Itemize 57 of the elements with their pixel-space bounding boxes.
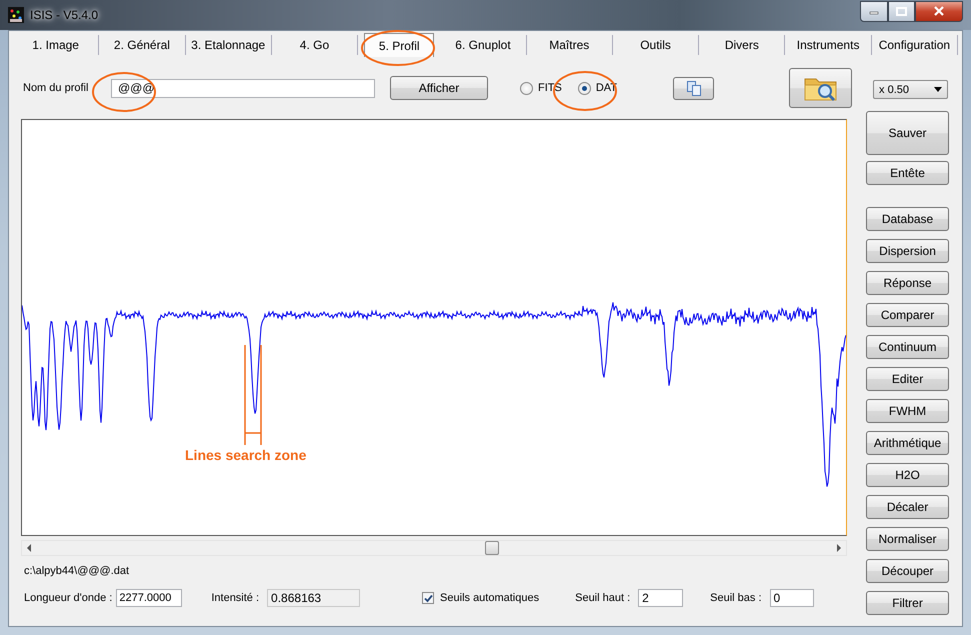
highlight-ellipse	[92, 72, 156, 112]
window-title: ISIS - V5.4.0	[30, 8, 98, 22]
file-path: c:\alpyb44\@@@.dat	[24, 565, 130, 579]
tab[interactable]: 1. Image	[13, 35, 100, 55]
scroll-right-icon	[836, 544, 842, 552]
action-button[interactable]: Dispersion	[866, 239, 950, 263]
profile-name-field[interactable]: @@@	[111, 78, 375, 98]
action-button[interactable]: Réponse	[866, 271, 950, 295]
maximize-icon	[896, 6, 907, 16]
tab[interactable]: Configuration	[872, 35, 958, 55]
action-button[interactable]: Filtrer	[866, 591, 950, 615]
wavelength-label: Longueur d'onde :	[24, 592, 112, 604]
caret-icon	[934, 87, 942, 92]
app-icon	[8, 7, 24, 23]
tab[interactable]: Divers	[699, 35, 786, 55]
copy-icon	[686, 80, 702, 96]
zoom-dropdown[interactable]: x 0.50	[873, 80, 948, 99]
close-icon	[933, 6, 945, 16]
tab[interactable]: 5. Profil	[364, 33, 434, 57]
scroll-left-icon	[26, 544, 32, 552]
action-button[interactable]: Décaler	[866, 495, 950, 519]
tab[interactable]: 3. Etalonnage	[186, 35, 272, 55]
high-threshold-field[interactable]: 2	[638, 589, 684, 607]
action-button[interactable]: Database	[866, 207, 950, 231]
action-button[interactable]: Sauver	[866, 111, 950, 155]
auto-thresholds-checkbox[interactable]: Seuils automatiques	[422, 592, 540, 604]
minimize-button[interactable]	[860, 0, 888, 22]
action-button[interactable]: Comparer	[866, 303, 950, 327]
profile-name-label: Nom du profil	[23, 82, 90, 94]
open-folder-button[interactable]	[789, 68, 852, 108]
wavelength-field[interactable]: 2277.0000	[116, 589, 182, 607]
tab[interactable]: 6. Gnuplot	[440, 35, 527, 55]
action-button[interactable]: Editer	[866, 367, 950, 391]
low-threshold-label: Seuil bas :	[710, 592, 762, 604]
intensity-field[interactable]: 0.868163	[267, 589, 360, 607]
tab[interactable]: Maîtres	[526, 35, 613, 55]
scrollbar-thumb[interactable]	[485, 541, 499, 555]
copy-button[interactable]	[673, 76, 714, 100]
horizontal-scrollbar[interactable]	[21, 540, 847, 556]
action-button[interactable]: FWHM	[866, 399, 950, 423]
action-button[interactable]: Continuum	[866, 335, 950, 359]
annotation-label: Lines search zone	[185, 447, 306, 463]
show-button[interactable]: Afficher	[390, 76, 488, 100]
tab[interactable]: 2. Général	[99, 35, 186, 55]
action-button[interactable]: Arithmétique	[866, 431, 950, 455]
close-button[interactable]	[915, 0, 963, 22]
high-threshold-label: Seuil haut :	[575, 592, 630, 604]
action-button[interactable]: Entête	[866, 161, 950, 185]
low-threshold-field[interactable]: 0	[770, 589, 814, 607]
action-button[interactable]: Normaliser	[866, 527, 950, 551]
tab[interactable]: Instruments	[785, 35, 872, 55]
action-button[interactable]: Découper	[866, 559, 950, 583]
intensity-label: Intensité :	[211, 592, 260, 604]
action-button[interactable]: H2O	[866, 463, 950, 487]
tab[interactable]: 4. Go	[272, 35, 358, 55]
tab[interactable]: Outils	[612, 35, 700, 55]
maximize-button[interactable]	[888, 0, 915, 22]
